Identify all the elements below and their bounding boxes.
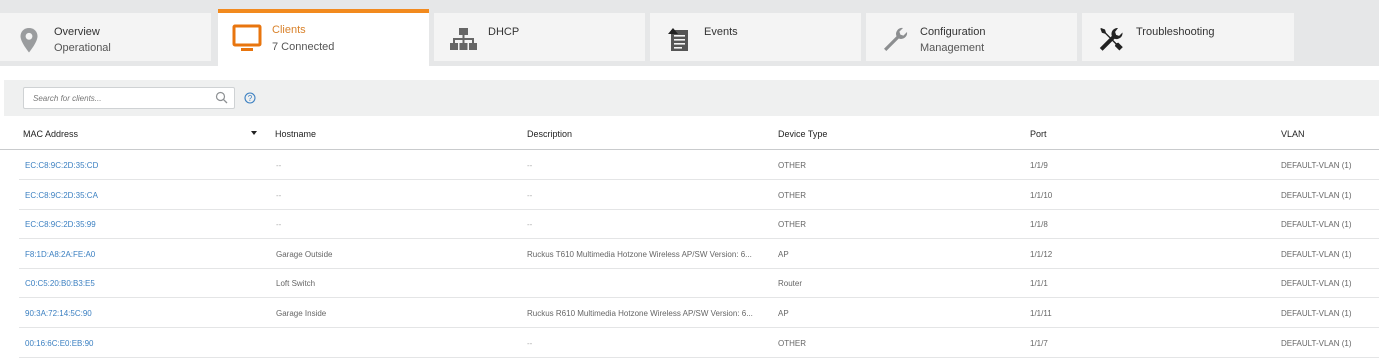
table-row[interactable]: C0:C5:20:B0:B3:E5 Loft Switch Router 1/1/1 D… <box>19 268 1379 299</box>
column-header-hostname[interactable]: Hostname <box>275 129 316 139</box>
search-box[interactable] <box>23 87 235 109</box>
tab-configuration-subtitle: Management <box>920 42 985 54</box>
clients-panel: ? MAC Address Hostname Description Devic… <box>0 66 1379 359</box>
network-tree-icon <box>448 25 478 55</box>
table-toolbar: ? <box>4 80 1379 116</box>
location-pin-icon <box>14 25 44 55</box>
cell-port: 1/1/11 <box>1030 309 1052 318</box>
sort-desc-icon[interactable] <box>251 131 257 135</box>
tab-clients[interactable]: Clients 7 Connected <box>218 9 429 66</box>
cell-hostname: -- <box>276 190 282 200</box>
cell-vlan: DEFAULT-VLAN (1) <box>1281 161 1352 170</box>
tab-events-title: Events <box>704 26 738 38</box>
search-icon[interactable] <box>215 91 228 104</box>
tab-configuration[interactable]: Configuration Management <box>866 13 1077 61</box>
tab-troubleshooting[interactable]: Troubleshooting <box>1082 13 1294 61</box>
column-header-vlan[interactable]: VLAN <box>1281 129 1305 139</box>
cell-device-type: OTHER <box>778 190 806 200</box>
cell-description: -- <box>527 338 533 348</box>
cell-device-type: OTHER <box>778 220 806 230</box>
tab-troubleshooting-title: Troubleshooting <box>1136 26 1215 38</box>
wrench-icon <box>880 25 910 55</box>
cell-port: 1/1/9 <box>1030 161 1048 170</box>
monitor-icon <box>232 24 262 54</box>
tab-configuration-title: Configuration <box>920 26 986 38</box>
cell-mac-link[interactable]: EC:C8:9C:2D:35:CD <box>25 161 265 170</box>
cell-port: 1/1/8 <box>1030 220 1048 230</box>
cell-device-type: AP <box>778 309 789 318</box>
cell-description: Ruckus R610 Multimedia Hotzone Wireless … <box>527 309 753 318</box>
tab-overview-subtitle: Operational <box>54 42 111 54</box>
cell-description: -- <box>527 161 533 170</box>
cell-vlan: DEFAULT-VLAN (1) <box>1281 249 1352 259</box>
tab-overview-title: Overview <box>54 26 100 38</box>
column-header-device-type[interactable]: Device Type <box>778 129 827 139</box>
tab-clients-title: Clients <box>272 24 306 36</box>
column-header-description[interactable]: Description <box>527 129 572 139</box>
cell-port: 1/1/10 <box>1030 190 1053 200</box>
cell-mac-link[interactable]: EC:C8:9C:2D:35:CA <box>25 191 265 200</box>
cell-mac-link[interactable]: EC:C8:9C:2D:35:99 <box>25 220 265 229</box>
cell-hostname: -- <box>276 220 282 230</box>
tab-bar: Overview Operational Clients 7 Connected… <box>0 0 1379 66</box>
svg-text:?: ? <box>248 94 253 103</box>
cell-device-type: Router <box>778 279 803 289</box>
column-header-port[interactable]: Port <box>1030 129 1047 139</box>
info-icon[interactable]: ? <box>244 91 256 104</box>
cell-mac-link[interactable]: 00:16:6C:E0:EB:90 <box>25 339 265 348</box>
tab-overview[interactable]: Overview Operational <box>0 13 211 61</box>
table-header: MAC Address Hostname Description Device … <box>0 116 1379 150</box>
tools-icon <box>1096 25 1126 55</box>
cell-port: 1/1/7 <box>1030 338 1048 348</box>
cell-vlan: DEFAULT-VLAN (1) <box>1281 309 1352 318</box>
cell-hostname: Loft Switch <box>276 279 316 289</box>
tab-dhcp-title: DHCP <box>488 26 520 38</box>
column-header-mac[interactable]: MAC Address <box>23 129 78 139</box>
cell-description: -- <box>527 190 533 200</box>
cell-device-type: OTHER <box>778 161 806 170</box>
cell-mac-link[interactable]: 90:3A:72:14:5C:90 <box>25 309 265 318</box>
table-row[interactable]: EC:C8:9C:2D:35:CD -- -- OTHER 1/1/9 DEFAULT-V… <box>19 150 1379 180</box>
cell-mac-link[interactable]: F8:1D:A8:2A:FE:A0 <box>25 250 265 259</box>
tab-dhcp[interactable]: DHCP <box>434 13 645 61</box>
table-row[interactable]: F8:1D:A8:2A:FE:A0 Garage Outside Ruckus T6… <box>19 239 1379 269</box>
cell-vlan: DEFAULT-VLAN (1) <box>1281 338 1352 348</box>
cell-device-type: AP <box>778 249 789 259</box>
tab-clients-subtitle: 7 Connected <box>272 41 335 53</box>
table-row[interactable]: 90:3A:72:14:5C:90 Garage Inside Ruckus R61… <box>19 298 1379 328</box>
cell-vlan: DEFAULT-VLAN (1) <box>1281 220 1352 230</box>
cell-vlan: DEFAULT-VLAN (1) <box>1281 279 1352 289</box>
cell-description: Ruckus T610 Multimedia Hotzone Wireless … <box>527 249 752 259</box>
cell-hostname: -- <box>276 161 282 170</box>
search-input[interactable] <box>24 88 209 108</box>
table-row[interactable]: EC:C8:9C:2D:35:99 -- -- OTHER 1/1/8 DEFAULT-V… <box>19 209 1379 240</box>
cell-vlan: DEFAULT-VLAN (1) <box>1281 190 1352 200</box>
cell-port: 1/1/12 <box>1030 249 1053 259</box>
cell-hostname: Garage Outside <box>276 249 333 259</box>
table-row[interactable]: 00:16:6C:E0:EB:90 -- OTHER 1/1/7 DEFAULT-VLA… <box>19 328 1379 358</box>
event-log-icon <box>664 25 694 55</box>
tab-events[interactable]: Events <box>650 13 861 61</box>
cell-mac-link[interactable]: C0:C5:20:B0:B3:E5 <box>25 279 265 288</box>
cell-port: 1/1/1 <box>1030 279 1048 289</box>
table-row[interactable]: EC:C8:9C:2D:35:CA -- -- OTHER 1/1/10 DEFAULT-… <box>19 180 1379 210</box>
cell-hostname: Garage Inside <box>276 309 327 318</box>
cell-device-type: OTHER <box>778 338 806 348</box>
cell-description: -- <box>527 220 533 230</box>
